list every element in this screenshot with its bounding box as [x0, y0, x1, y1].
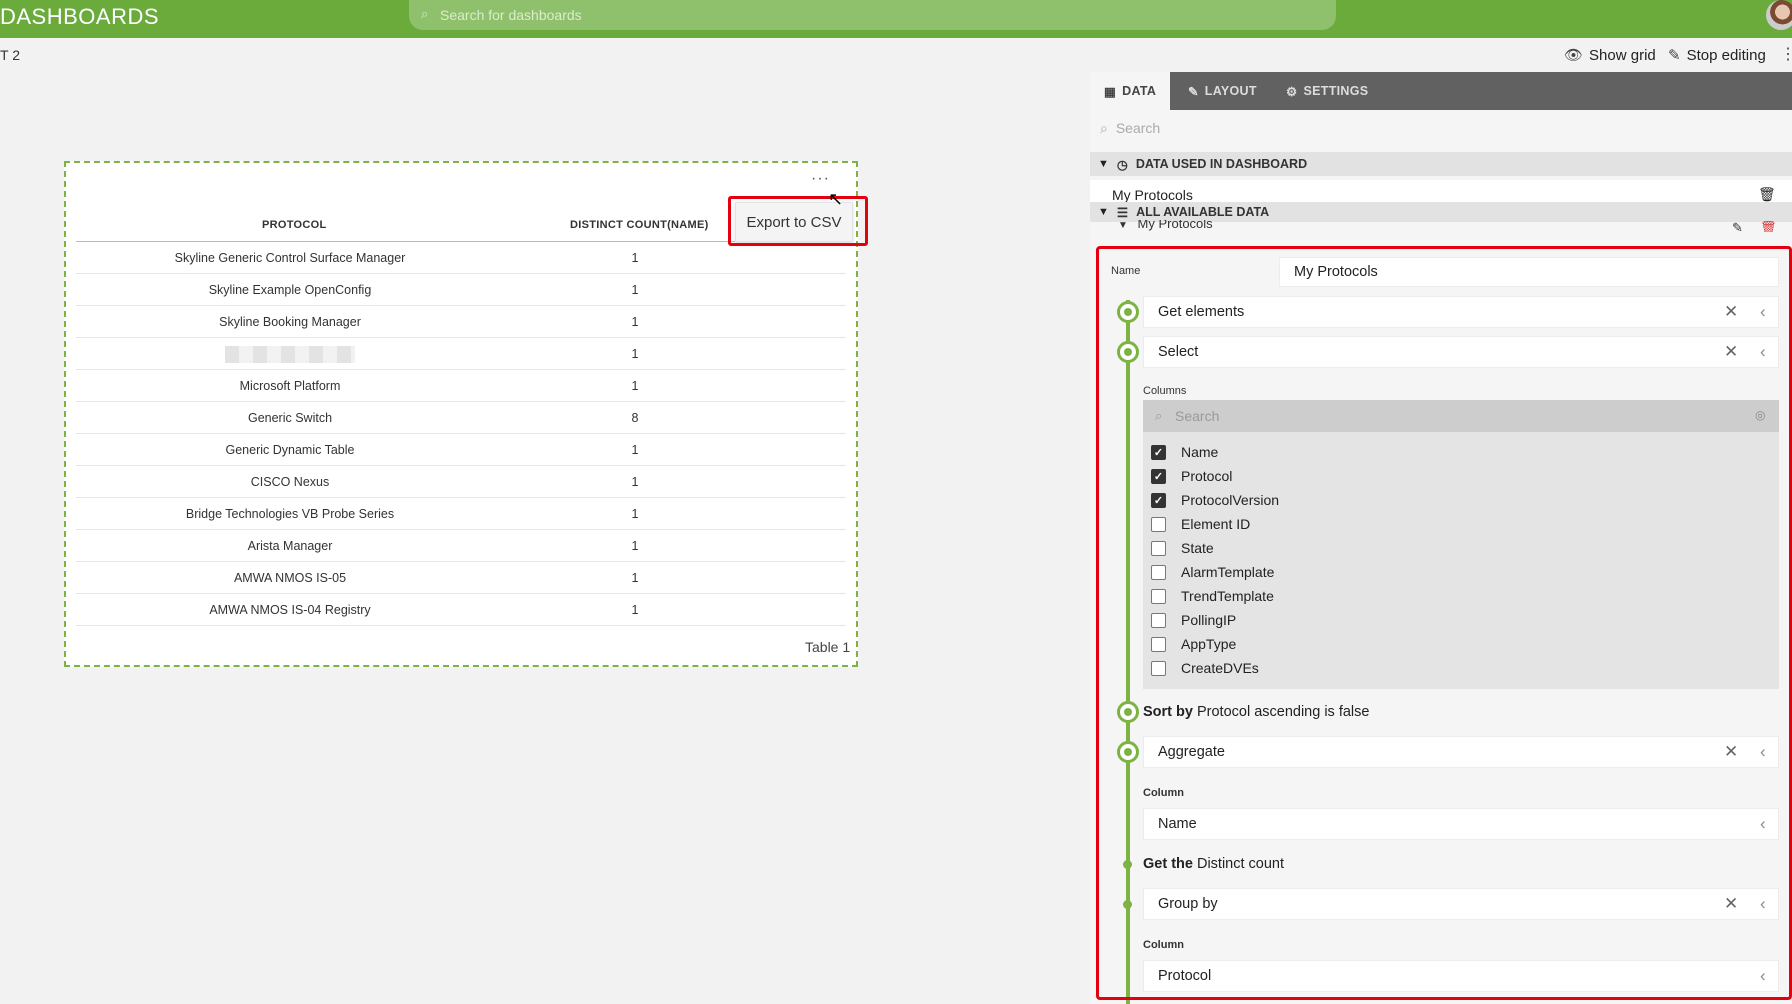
count-cell: 1 [631, 507, 639, 521]
count-cell: 1 [631, 347, 639, 361]
protocol-cell: Generic Dynamic Table [225, 443, 355, 457]
dashboard-search[interactable]: ⌕ [409, 0, 1336, 30]
column-header-count[interactable]: DISTINCT COUNT(NAME) [570, 219, 709, 231]
redacted-cell [225, 346, 355, 363]
count-cell: 1 [631, 475, 639, 489]
count-cell: 1 [631, 283, 639, 297]
table-row[interactable]: 1 [76, 338, 846, 370]
table-row[interactable]: Generic Dynamic Table 1 [76, 434, 846, 466]
edit-off-icon: ✎ [1668, 47, 1681, 64]
highlight-box [728, 196, 868, 246]
mouse-cursor-icon: ↖ [828, 189, 844, 209]
protocol-cell: Skyline Generic Control Surface Manager [174, 251, 406, 265]
protocol-cell: AMWA NMOS IS-04 Registry [209, 603, 371, 617]
stop-editing-label: Stop editing [1686, 46, 1766, 64]
tab-settings-label: SETTINGS [1303, 84, 1369, 98]
count-cell: 1 [631, 603, 639, 617]
data-used-header[interactable]: ▼ ◷ DATA USED IN DASHBOARD [1090, 152, 1792, 176]
panel-tabs: ▦ DATA ✎ LAYOUT ⚙ SETTINGS [1090, 72, 1792, 110]
trash-icon[interactable]: 🗑 [1758, 186, 1776, 203]
panel-search[interactable]: ⌕ Search [1100, 116, 1780, 140]
used-data-item-label: My Protocols [1112, 187, 1193, 203]
data-table: PROTOCOL DISTINCT COUNT(NAME) Skyline Ge… [76, 208, 846, 626]
protocol-cell: CISCO Nexus [250, 475, 330, 489]
table-row[interactable]: Skyline Booking Manager 1 [76, 306, 846, 338]
count-cell: 1 [631, 539, 639, 553]
history-icon: ◷ [1116, 157, 1128, 172]
tab-data[interactable]: ▦ DATA [1090, 72, 1171, 110]
table-row[interactable]: Arista Manager 1 [76, 530, 846, 562]
page-title: T 2 [0, 47, 20, 63]
pencil-icon: ✎ [1188, 84, 1199, 99]
table-row[interactable]: CISCO Nexus 1 [76, 466, 846, 498]
collapse-icon: ▼ [1118, 220, 1128, 231]
tab-layout-label: LAYOUT [1204, 84, 1257, 98]
grid-icon: ▦ [1104, 84, 1117, 99]
count-cell: 1 [631, 315, 639, 329]
table-row[interactable]: Microsoft Platform 1 [76, 370, 846, 402]
count-cell: 1 [631, 251, 639, 265]
search-icon: ⌕ [1100, 119, 1108, 136]
protocol-cell: Skyline Booking Manager [219, 315, 361, 329]
collapse-icon: ▼ [1098, 158, 1109, 170]
protocol-cell: Generic Switch [247, 411, 333, 425]
dashboard-search-input[interactable] [440, 4, 1320, 26]
data-used-title: DATA USED IN DASHBOARD [1135, 157, 1308, 171]
protocol-cell: Bridge Technologies VB Probe Series [185, 507, 395, 521]
widget-more-icon[interactable]: ··· [811, 170, 830, 188]
column-header-protocol[interactable]: PROTOCOL [262, 219, 327, 231]
count-cell: 1 [631, 443, 639, 457]
eye-icon: 👁 [1564, 47, 1584, 64]
stop-editing-button[interactable]: ✎ Stop editing [1668, 46, 1766, 65]
panel-search-placeholder: Search [1115, 120, 1161, 136]
dashboard-toolbar: T 2 👁 Show grid ✎ Stop editing ⋮ [0, 38, 1792, 72]
available-data-item-label: My Protocols [1137, 220, 1213, 231]
highlight-box [1096, 246, 1792, 1000]
table-row[interactable]: AMWA NMOS IS-04 Registry 1 [76, 594, 846, 626]
table-row[interactable]: Skyline Example OpenConfig 1 [76, 274, 846, 306]
table-title: Table 1 [805, 639, 851, 655]
table-row[interactable]: Skyline Generic Control Surface Manager 1 [76, 242, 846, 274]
show-grid-button[interactable]: 👁 Show grid [1564, 46, 1656, 65]
table-row[interactable]: Bridge Technologies VB Probe Series 1 [76, 498, 846, 530]
more-options-icon[interactable]: ⋮ [1780, 44, 1792, 64]
gear-icon: ⚙ [1286, 84, 1298, 99]
table-row[interactable]: AMWA NMOS IS-05 1 [76, 562, 846, 594]
avatar[interactable] [1766, 0, 1792, 30]
collapse-icon: ▼ [1098, 206, 1109, 218]
count-cell: 1 [631, 571, 639, 585]
all-data-title: ALL AVAILABLE DATA [1136, 205, 1270, 219]
count-cell: 1 [631, 379, 639, 393]
tab-data-label: DATA [1122, 84, 1157, 98]
trash-icon[interactable]: 🗑 [1760, 220, 1777, 232]
protocol-cell: Microsoft Platform [239, 379, 341, 393]
count-cell: 8 [631, 411, 639, 425]
protocol-cell: Skyline Example OpenConfig [208, 283, 372, 297]
protocol-cell: AMWA NMOS IS-05 [233, 571, 347, 585]
search-icon: ⌕ [421, 6, 429, 21]
app-title[interactable]: DASHBOARDS [0, 4, 159, 30]
list-icon: ☰ [1116, 205, 1129, 220]
edit-icon[interactable]: ✎ [1732, 220, 1743, 232]
tab-settings[interactable]: ⚙ SETTINGS [1286, 72, 1368, 110]
show-grid-label: Show grid [1589, 46, 1656, 64]
top-bar: DASHBOARDS ⌕ [0, 0, 1792, 38]
available-data-item[interactable]: ▼ My Protocols [1118, 220, 1213, 234]
table-body: Skyline Generic Control Surface Manager 1… [76, 242, 846, 626]
tab-layout[interactable]: ✎ LAYOUT [1188, 72, 1257, 110]
all-data-header[interactable]: ▼ ☰ ALL AVAILABLE DATA [1090, 202, 1792, 222]
table-row[interactable]: Generic Switch 8 [76, 402, 846, 434]
protocol-cell: Arista Manager [247, 539, 333, 553]
